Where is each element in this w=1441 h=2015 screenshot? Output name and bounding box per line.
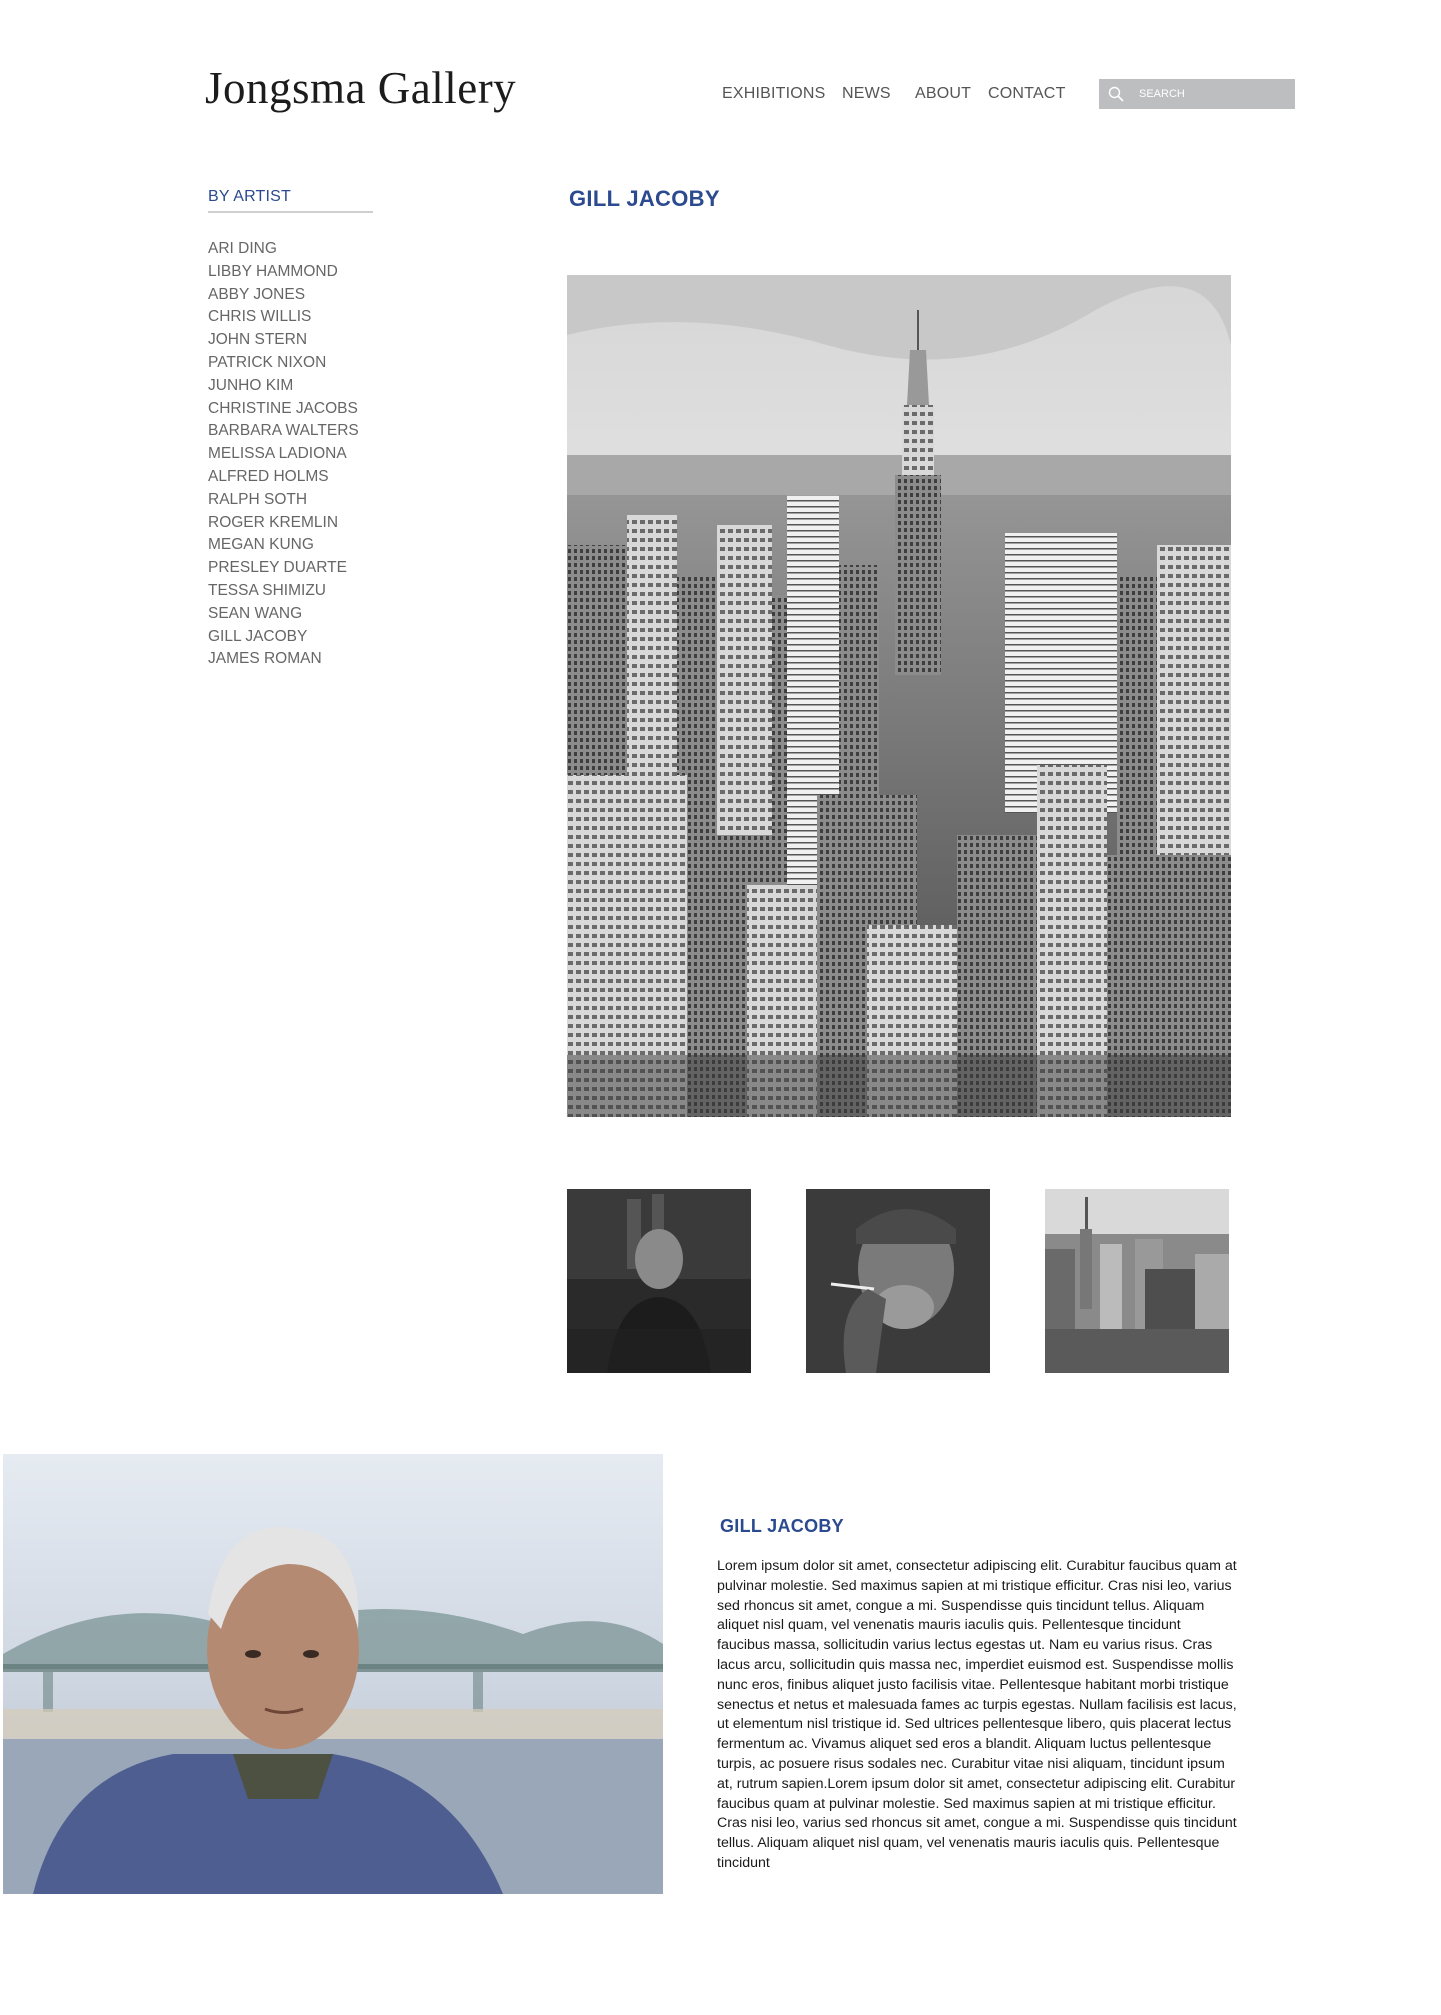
search-box[interactable] [1099, 79, 1295, 109]
artist-link[interactable]: MEGAN KUNG [208, 534, 359, 557]
artist-link[interactable]: LIBBY HAMMOND [208, 261, 359, 284]
artist-link[interactable]: JUNHO KIM [208, 375, 359, 398]
artist-link[interactable]: BARBARA WALTERS [208, 420, 359, 443]
artist-link[interactable]: MELISSA LADIONA [208, 443, 359, 466]
artist-link[interactable]: ABBY JONES [208, 284, 359, 307]
artist-list: ARI DING LIBBY HAMMOND ABBY JONES CHRIS … [208, 238, 359, 671]
artist-link[interactable]: ROGER KREMLIN [208, 512, 359, 535]
artist-link[interactable]: ARI DING [208, 238, 359, 261]
thumbnail-city-skyline[interactable] [1045, 1189, 1229, 1373]
artist-link[interactable]: JOHN STERN [208, 329, 359, 352]
thumbnail-man-portrait[interactable] [567, 1189, 751, 1373]
artist-link[interactable]: SEAN WANG [208, 603, 359, 626]
thumbnail-smoking-man[interactable] [806, 1189, 990, 1373]
artist-link[interactable]: PATRICK NIXON [208, 352, 359, 375]
sidebar-heading: BY ARTIST [208, 188, 292, 205]
artist-portrait [3, 1454, 663, 1894]
artist-link[interactable]: JAMES ROMAN [208, 648, 359, 671]
artist-link[interactable]: CHRIS WILLIS [208, 306, 359, 329]
artist-link[interactable]: CHRISTINE JACOBS [208, 398, 359, 421]
artist-link[interactable]: RALPH SOTH [208, 489, 359, 512]
nav-news[interactable]: NEWS [842, 85, 891, 103]
search-input[interactable] [1139, 79, 1289, 109]
sidebar-divider [208, 211, 373, 213]
hero-image [567, 275, 1231, 1117]
bio-title: GILL JACOBY [720, 1516, 844, 1536]
gallery-logo[interactable]: Jongsma Gallery [205, 62, 516, 114]
artist-link[interactable]: GILL JACOBY [208, 626, 359, 649]
artist-title: GILL JACOBY [569, 186, 720, 211]
nav-exhibitions[interactable]: EXHIBITIONS [722, 85, 826, 103]
bio-text: Lorem ipsum dolor sit amet, consectetur … [717, 1558, 1237, 1871]
artist-link[interactable]: PRESLEY DUARTE [208, 557, 359, 580]
nav-about[interactable]: ABOUT [915, 85, 971, 103]
artist-link[interactable]: ALFRED HOLMS [208, 466, 359, 489]
artist-link[interactable]: TESSA SHIMIZU [208, 580, 359, 603]
nav-contact[interactable]: CONTACT [988, 85, 1066, 103]
